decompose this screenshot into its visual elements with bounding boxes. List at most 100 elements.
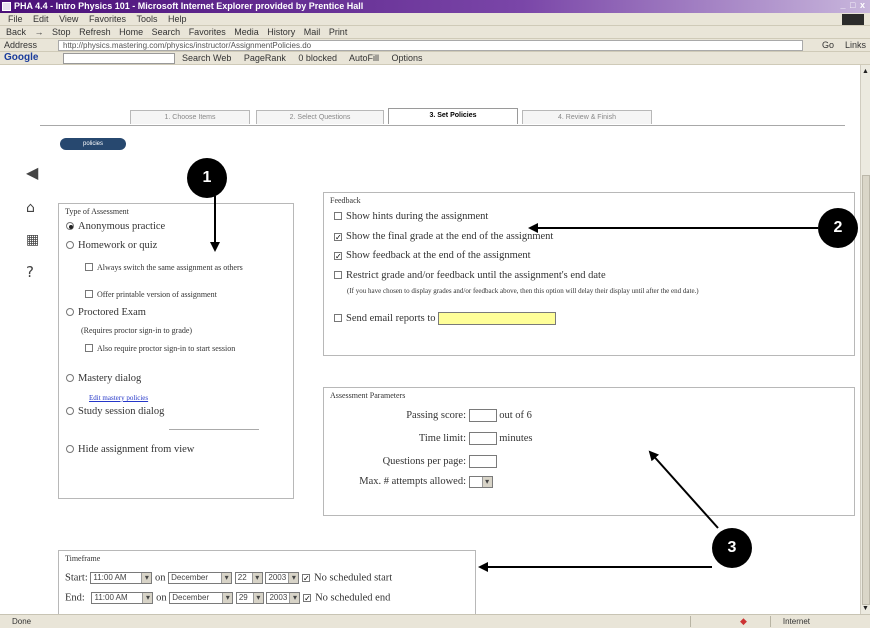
option-printable-version[interactable]: Offer printable version of assignment — [85, 290, 217, 299]
end-time-select[interactable]: 11:00 AM — [91, 592, 154, 604]
start-year-select[interactable]: 2003 — [265, 572, 300, 584]
max-attempts-select[interactable] — [468, 476, 493, 488]
option-homework-quiz[interactable]: Homework or quiz — [66, 240, 157, 251]
forward-button[interactable]: → — [35, 27, 44, 37]
option-switch-assignment[interactable]: Always switch the same assignment as oth… — [85, 262, 285, 273]
checkbox-restrict-grade[interactable] — [334, 271, 342, 279]
window-controls[interactable]: _ □ x — [841, 0, 866, 10]
assessment-parameters-header: Assessment Parameters — [330, 391, 406, 400]
google-search-web-button[interactable]: Search Web — [182, 53, 231, 63]
tab-choose-items[interactable]: 1. Choose Items — [130, 110, 250, 124]
start-time-select[interactable]: 11:00 AM — [90, 572, 153, 584]
checkbox-no-scheduled-end[interactable]: ✓ — [303, 594, 312, 603]
menu-view[interactable]: View — [59, 14, 78, 24]
google-search-input[interactable] — [63, 53, 175, 64]
start-month-select[interactable]: December — [168, 572, 233, 584]
checkbox-final-grade[interactable]: ✓ — [334, 233, 342, 242]
checkbox-proctor-sign-in[interactable] — [85, 344, 93, 352]
favorites-button[interactable]: Favorites — [189, 27, 226, 37]
passing-score-suffix: out of 6 — [499, 409, 532, 421]
option-study-session[interactable]: Study session dialog — [66, 406, 164, 417]
checkbox-switch-assignment[interactable] — [85, 263, 93, 271]
status-text: Done — [12, 617, 32, 626]
tab-divider — [40, 125, 845, 126]
google-popup-blocker[interactable]: 0 blocked — [298, 53, 337, 63]
vertical-scrollbar[interactable]: ▲ ▼ — [860, 65, 870, 614]
history-button[interactable]: History — [267, 27, 295, 37]
menu-edit[interactable]: Edit — [33, 14, 49, 24]
menu-tools[interactable]: Tools — [136, 14, 157, 24]
passing-score-label: Passing score: — [406, 409, 466, 421]
radio-homework-quiz[interactable] — [66, 241, 74, 249]
checkbox-printable-version[interactable] — [85, 290, 93, 298]
option-proctor-sign-in[interactable]: Also require proctor sign-in to start se… — [85, 343, 285, 354]
start-day-select[interactable]: 22 — [234, 572, 263, 584]
tab-select-questions[interactable]: 2. Select Questions — [256, 110, 384, 124]
window-title: PHA 4.4 - Intro Physics 101 - Microsoft … — [14, 1, 364, 11]
no-scheduled-end-label: No scheduled end — [315, 592, 391, 604]
back-button[interactable]: Back — [6, 27, 26, 37]
grid-icon[interactable]: ▦ — [26, 232, 39, 248]
callout-3-badge: 3 — [712, 528, 752, 568]
start-date-row: Start: 11:00 AM on December 22 2003 ✓ No … — [65, 572, 392, 584]
feedback-show-feedback[interactable]: ✓ Show feedback at the end of the assignm… — [334, 250, 531, 261]
status-divider — [690, 616, 691, 627]
end-year-select[interactable]: 2003 — [266, 592, 301, 604]
feedback-restrict-grade[interactable]: Restrict grade and/or feedback until the… — [334, 270, 606, 281]
menu-favorites[interactable]: Favorites — [89, 14, 126, 24]
assessment-type-panel: Type of Assessment Anonymous practice Ho… — [58, 203, 294, 499]
radio-hide-assignment[interactable] — [66, 445, 74, 453]
radio-mastery-dialog[interactable] — [66, 374, 74, 382]
checkbox-show-feedback[interactable]: ✓ — [334, 252, 342, 261]
proctored-note: (Requires proctor sign-in to grade) — [81, 326, 193, 335]
policies-badge: policies — [60, 138, 126, 150]
email-reports-input[interactable] — [437, 312, 556, 325]
option-anonymous-practice[interactable]: Anonymous practice — [66, 221, 165, 232]
tab-review-finish[interactable]: 4. Review & Finish — [522, 110, 652, 124]
feedback-email-reports[interactable]: Send email reports to — [334, 312, 556, 325]
media-button[interactable]: Media — [234, 27, 259, 37]
google-toolbar: Google Search Web PageRank 0 blocked Aut… — [0, 52, 870, 65]
home-icon[interactable]: ⌂ — [26, 200, 35, 216]
radio-anonymous-practice[interactable] — [66, 222, 74, 230]
mail-button[interactable]: Mail — [304, 27, 321, 37]
google-options-button[interactable]: Options — [392, 53, 423, 63]
end-day-select[interactable]: 29 — [235, 592, 264, 604]
scroll-up-icon[interactable]: ▲ — [862, 67, 869, 75]
passing-score-input[interactable] — [468, 409, 497, 422]
time-limit-input[interactable] — [468, 432, 497, 445]
feedback-show-hints[interactable]: Show hints during the assignment — [334, 211, 488, 222]
tab-set-policies[interactable]: 3. Set Policies — [388, 108, 518, 124]
checkbox-email-reports[interactable] — [334, 313, 342, 322]
refresh-button[interactable]: Refresh — [79, 27, 111, 37]
option-hide-assignment[interactable]: Hide assignment from view — [66, 444, 194, 455]
go-button[interactable]: Go — [822, 40, 834, 50]
menu-help[interactable]: Help — [168, 14, 187, 24]
scrollbar-thumb[interactable] — [862, 175, 870, 605]
end-month-select[interactable]: December — [169, 592, 234, 604]
address-input[interactable]: http://physics.mastering.com/physics/ins… — [58, 40, 803, 51]
scroll-down-icon[interactable]: ▼ — [862, 604, 869, 612]
max-attempts-label: Max. # attempts allowed: — [359, 476, 466, 488]
option-mastery-dialog[interactable]: Mastery dialog — [66, 373, 141, 384]
stop-button[interactable]: Stop — [52, 27, 71, 37]
radio-proctored-exam[interactable] — [66, 308, 74, 316]
questions-per-page-input[interactable] — [468, 455, 497, 468]
questions-per-page-label: Questions per page: — [382, 455, 466, 467]
home-button[interactable]: Home — [119, 27, 143, 37]
help-icon[interactable]: ? — [26, 263, 34, 281]
feedback-final-grade[interactable]: ✓ Show the final grade at the end of the … — [334, 231, 553, 242]
edit-mastery-policies-link[interactable]: Edit mastery policies — [89, 392, 148, 403]
checkbox-show-hints[interactable] — [334, 212, 342, 220]
google-autofill-button[interactable]: AutoFill — [349, 53, 379, 63]
search-button[interactable]: Search — [152, 27, 181, 37]
google-pagerank: PageRank — [243, 53, 286, 63]
back-arrow-icon[interactable]: ◀ — [26, 163, 38, 182]
checkbox-no-scheduled-start[interactable]: ✓ — [302, 574, 310, 583]
menu-file[interactable]: File — [8, 14, 23, 24]
print-button[interactable]: Print — [329, 27, 348, 37]
start-on-label: on — [155, 572, 166, 584]
links-button[interactable]: Links — [845, 40, 866, 50]
radio-study-session[interactable] — [66, 407, 74, 415]
option-proctored-exam[interactable]: Proctored Exam — [66, 307, 146, 318]
